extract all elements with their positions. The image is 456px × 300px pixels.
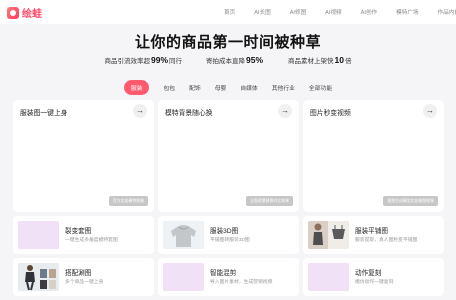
nav-item-model-square[interactable]: 模特广场 — [396, 8, 418, 16]
tool-card-smart-mix[interactable]: 智能混剪 导入图片素材，生成营销视频 — [158, 258, 299, 296]
tool-title: 裂变套图 — [65, 228, 92, 235]
stat-efficiency: 商品引流效率超99%同行 — [104, 55, 183, 65]
feature-card-try-on[interactable]: 服装图一键上身 → 官方实拍模特效果 — [13, 100, 154, 212]
tool-title: 搭配涮图 — [65, 270, 92, 277]
tool-title: 智能混剪 — [210, 270, 237, 277]
arrow-right-icon[interactable]: → — [133, 104, 147, 118]
tab-all-features[interactable]: 全部功能 — [309, 80, 332, 95]
tab-self-media[interactable]: 自媒体 — [240, 80, 257, 95]
feature-card-background[interactable]: 模特背景随心换 → 全图背景替换对比效果 — [158, 100, 299, 212]
tool-subtitle: 一键生成多角度模特套图 — [65, 238, 118, 243]
tool-thumbnail — [18, 221, 59, 249]
nav-item-ai-retouch[interactable]: AI修图 — [290, 8, 306, 16]
tool-subtitle: 服装提取，真人图秒变平铺图 — [355, 238, 418, 243]
nav-item-home[interactable]: 首页 — [224, 8, 235, 16]
tool-thumbnail — [163, 263, 204, 291]
tool-card-motion[interactable]: 动作复刻 模仿动作一键复刻 — [303, 258, 444, 296]
logo-icon — [7, 6, 19, 19]
hero-title: 让你的商品第一时间被种草 — [134, 34, 321, 51]
feature-card-title: 模特背景随心换 — [165, 110, 213, 117]
tool-title: 服装平铺图 — [355, 228, 388, 235]
nav-item-works[interactable]: 作品内嵌材 — [438, 8, 456, 16]
tool-thumbnail — [163, 221, 204, 249]
hoodie-image — [163, 221, 204, 249]
nav-item-ai-long-image[interactable]: AI长图 — [254, 8, 270, 16]
top-bar: 绘蛙 首页 AI长图 AI修图 AI视频 AI创作 模特广场 作品内嵌材 — [0, 0, 456, 24]
arrow-right-icon[interactable]: → — [423, 104, 437, 118]
feature-card-title: 图片秒变视频 — [310, 110, 351, 117]
tool-thumbnail — [18, 263, 59, 291]
tool-card-variants[interactable]: 裂变套图 一键生成多角度模特套图 — [13, 216, 154, 254]
tab-baby[interactable]: 母婴 — [215, 80, 227, 95]
outfit-image — [18, 263, 59, 291]
tool-thumbnail — [308, 221, 349, 249]
feature-card-video[interactable]: 图片秒变视频 → 视频生成模型实拍视频效果 — [303, 100, 444, 212]
tab-clothing[interactable]: 服装 — [123, 80, 150, 95]
tab-other-industries[interactable]: 其他行业 — [272, 80, 295, 95]
flatlay-image — [308, 221, 349, 249]
category-tabs: 服装 包包 配饰 母婴 自媒体 其他行业 全部功能 — [0, 80, 456, 95]
stat-cost: 寄拍成本直降95% — [206, 55, 264, 65]
nav-item-ai-video[interactable]: AI视频 — [325, 8, 341, 16]
tool-title: 动作复刻 — [355, 270, 382, 277]
tool-thumbnail — [308, 263, 349, 291]
tab-accessories[interactable]: 配饰 — [189, 80, 201, 95]
tool-title: 服装3D图 — [210, 228, 239, 235]
arrow-right-icon[interactable]: → — [278, 104, 292, 118]
feature-card-tag: 官方实拍模特效果 — [108, 196, 148, 206]
feature-card-tag: 视频生成模型实拍视频效果 — [383, 196, 438, 206]
tab-bags[interactable]: 包包 — [163, 80, 175, 95]
tool-subtitle: 平铺图转服装3D图 — [210, 238, 250, 243]
top-nav: 首页 AI长图 AI修图 AI视频 AI创作 模特广场 作品内嵌材 — [224, 0, 456, 24]
stat-speed: 商品素材上架快10倍 — [288, 55, 352, 65]
tool-card-outfit[interactable]: 搭配涮图 多个单品一键上身 — [13, 258, 154, 296]
tool-subtitle: 模仿动作一键复刻 — [355, 280, 394, 285]
hero-stats: 商品引流效率超99%同行 寄拍成本直降95% 商品素材上架快10倍 — [0, 55, 456, 65]
brand-logo[interactable]: 绘蛙 — [7, 5, 42, 20]
brand-name: 绘蛙 — [22, 9, 42, 20]
nav-item-ai-create[interactable]: AI创作 — [361, 8, 377, 16]
tool-card-flatlay[interactable]: 服装平铺图 服装提取，真人图秒变平铺图 — [303, 216, 444, 254]
feature-card-tag: 全图背景替换对比效果 — [246, 196, 293, 206]
tool-subtitle: 多个单品一键上身 — [65, 280, 104, 285]
tool-card-3d[interactable]: 服装3D图 平铺图转服装3D图 — [158, 216, 299, 254]
feature-card-title: 服装图一键上身 — [20, 110, 68, 117]
tool-subtitle: 导入图片素材，生成营销视频 — [210, 280, 273, 285]
